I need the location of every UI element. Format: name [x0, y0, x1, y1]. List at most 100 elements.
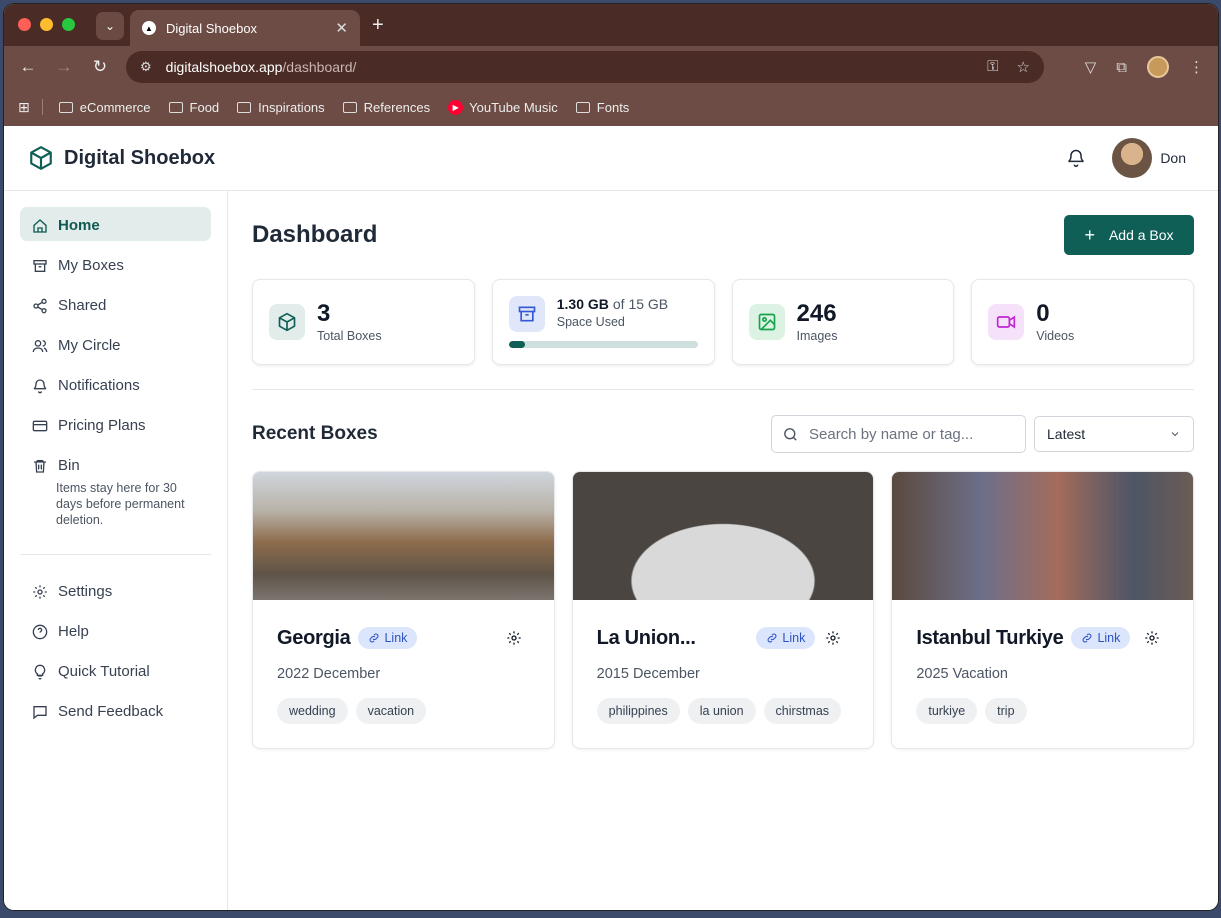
tag[interactable]: chirstmas — [763, 698, 842, 724]
minimize-window-button[interactable] — [40, 18, 53, 31]
sidebar-item-label: Settings — [58, 583, 113, 600]
sidebar-item-label: Send Feedback — [58, 703, 164, 720]
sidebar-item-send-feedback[interactable]: Send Feedback — [20, 693, 211, 727]
user-avatar[interactable] — [1112, 138, 1153, 178]
sidebar-item-my-boxes[interactable]: My Boxes — [20, 247, 211, 281]
stat-total-boxes: 3 Total Boxes — [252, 279, 475, 365]
close-window-button[interactable] — [18, 18, 31, 31]
folder-icon — [575, 101, 590, 113]
reload-icon[interactable]: ↻ — [82, 57, 118, 77]
video-icon — [988, 304, 1025, 340]
main-content: Dashboard + Add a Box 3 Total Boxes 1.30… — [228, 191, 1218, 910]
tag[interactable]: trip — [985, 698, 1027, 724]
link-badge[interactable]: Link — [358, 627, 418, 649]
apps-grid-icon[interactable]: ⊞ — [18, 99, 30, 116]
tag[interactable]: wedding — [277, 698, 348, 724]
box-subtitle: 2025 Vacation — [916, 666, 1008, 682]
profile-avatar[interactable] — [1147, 56, 1169, 78]
search-input[interactable]: Search by name or tag... — [771, 415, 1026, 453]
sidebar-item-notifications[interactable]: Notifications — [20, 367, 211, 401]
tag[interactable]: turkiye — [916, 698, 978, 724]
forward-icon[interactable]: → — [46, 57, 82, 77]
bookmark-item[interactable]: ▶ YouTube Music — [448, 99, 558, 115]
lightbulb-icon — [34, 664, 46, 680]
bookmark-item[interactable]: Fonts — [575, 99, 630, 115]
tag[interactable]: la union — [687, 698, 756, 724]
add-box-button[interactable]: + Add a Box — [1064, 215, 1194, 255]
app-logo[interactable]: Digital Shoebox — [28, 145, 215, 171]
sidebar-item-bin[interactable]: Bin Items stay here for 30 days before p… — [20, 447, 211, 538]
box-card[interactable]: Istanbul Turkiye Link 2025 Vacation turk… — [891, 471, 1195, 749]
section-title: Recent Boxes — [252, 423, 378, 444]
notifications-bell-icon[interactable] — [1066, 148, 1086, 168]
back-icon[interactable]: ← — [10, 57, 46, 77]
gear-icon[interactable] — [506, 630, 522, 646]
new-tab-button[interactable]: + — [372, 14, 384, 37]
sidebar-item-my-circle[interactable]: My Circle — [20, 327, 211, 361]
bookmark-label: References — [363, 99, 431, 115]
more-menu-icon[interactable]: ⋮ — [1189, 58, 1204, 76]
maximize-window-button[interactable] — [62, 18, 75, 31]
image-icon — [748, 304, 785, 340]
bookmark-item[interactable]: Food — [168, 100, 219, 115]
stat-images: 246 Images — [731, 279, 955, 365]
box-cover-image[interactable] — [572, 472, 874, 600]
link-badge[interactable]: Link — [756, 627, 816, 649]
stat-label: Space Used — [556, 315, 625, 329]
add-box-label: Add a Box — [1108, 227, 1174, 243]
gear-icon[interactable] — [825, 630, 841, 646]
sidebar-item-help[interactable]: Help — [20, 613, 211, 647]
puzzle-icon[interactable]: ⧉ — [1116, 59, 1127, 76]
box-title[interactable]: La Union... — [597, 627, 696, 650]
star-icon[interactable]: ☆ — [1017, 58, 1030, 76]
bookmark-item[interactable]: Inspirations — [237, 100, 325, 115]
sidebar-item-pricing-plans[interactable]: Pricing Plans — [20, 407, 211, 441]
url-host: digitalshoebox.app — [165, 59, 283, 75]
address-bar[interactable]: ⚙ digitalshoebox.app/dashboard/ ⚿ ☆ — [126, 51, 1044, 83]
box-title[interactable]: Georgia — [277, 627, 351, 650]
close-tab-icon[interactable]: ✕ — [335, 19, 348, 37]
window-controls — [18, 18, 75, 31]
user-name[interactable]: Don — [1160, 150, 1186, 166]
sidebar-item-label: Help — [58, 623, 89, 640]
bookmark-label: YouTube Music — [469, 99, 558, 115]
chevron-down-icon: ⌄ — [104, 19, 116, 33]
folder-icon — [168, 101, 183, 113]
tab-search-button[interactable]: ⌄ — [96, 12, 124, 40]
box-title[interactable]: Istanbul Turkiye — [916, 627, 1063, 650]
sidebar-item-home[interactable]: Home — [20, 207, 211, 241]
sidebar-item-quick-tutorial[interactable]: Quick Tutorial — [20, 653, 211, 687]
share-icon — [33, 298, 47, 314]
bin-note: Items stay here for 30 days before perma… — [56, 481, 185, 527]
message-icon — [33, 706, 47, 720]
bookmarks-bar: ⊞ eCommerce Food Inspirations References… — [4, 88, 1218, 126]
search-icon — [784, 427, 797, 441]
box-tags: philippines la union chirstmas — [596, 698, 850, 724]
sidebar-item-settings[interactable]: Settings — [20, 573, 211, 607]
box-cover-image[interactable] — [253, 472, 554, 600]
bookmark-item[interactable]: eCommerce — [58, 100, 151, 115]
browser-tab[interactable]: ▲ Digital Shoebox ✕ — [130, 10, 360, 46]
space-total: of 15 GB — [612, 296, 669, 312]
box-card[interactable]: Georgia Link 2022 December wedding vacat… — [252, 471, 555, 749]
box-cover-image[interactable] — [892, 472, 1194, 600]
sidebar-item-shared[interactable]: Shared — [20, 287, 211, 321]
sidebar-item-label: Notifications — [58, 377, 140, 394]
bookmark-label: Fonts — [596, 99, 630, 115]
link-badge[interactable]: Link — [1071, 627, 1131, 649]
browser-chrome: ⌄ ▲ Digital Shoebox ✕ + ← → ↻ ⚙ digitals… — [4, 4, 1218, 126]
bookmark-item[interactable]: References — [342, 99, 431, 115]
space-used-value: 1.30 GB — [556, 296, 609, 312]
sidebar: Home My Boxes Shared My Circle Notificat… — [4, 191, 228, 910]
tag[interactable]: vacation — [355, 698, 427, 724]
gear-icon[interactable] — [1144, 630, 1160, 646]
tag[interactable]: philippines — [596, 698, 680, 724]
box-tags: wedding vacation — [277, 698, 530, 724]
site-info-icon[interactable]: ⚙ — [140, 59, 152, 75]
sort-select[interactable]: Latest — [1034, 416, 1194, 452]
app-root: Digital Shoebox Don Home My Boxes Shared — [4, 126, 1218, 910]
key-icon[interactable]: ⚿ — [987, 58, 998, 76]
extension-icon[interactable]: ▽ — [1085, 58, 1097, 76]
box-card[interactable]: La Union... Link 2015 December philippin… — [571, 471, 875, 749]
main-header: Dashboard + Add a Box — [252, 215, 1194, 255]
